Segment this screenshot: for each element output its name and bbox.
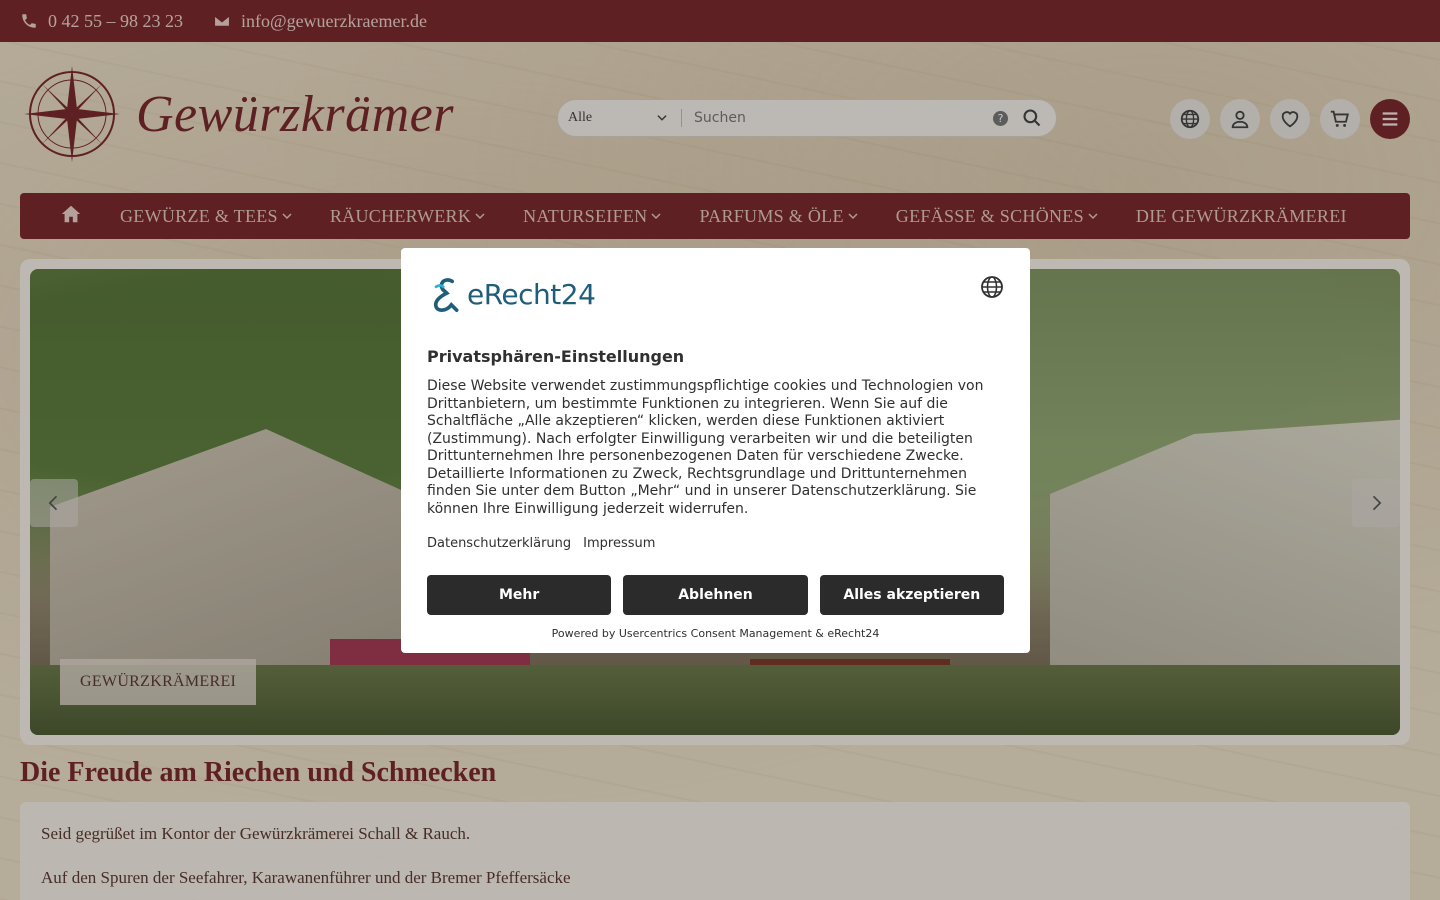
consent-body-text: Diese Website verwendet zustimmungspflic… (427, 378, 984, 517)
imprint-link[interactable]: Impressum (583, 536, 655, 551)
accept-all-button[interactable]: Alles akzeptieren (819, 575, 1004, 615)
consent-links: Datenschutzerklärung Impressum (427, 536, 1004, 551)
consent-dialog: eRecht24 Privatsphären-Einstellungen Die… (401, 248, 1030, 653)
erecht24-logo: eRecht24 (427, 274, 1004, 314)
consent-buttons: Mehr Ablehnen Alles akzeptieren (427, 575, 1004, 615)
erecht24-wordmark: eRecht24 (467, 277, 596, 311)
erecht24-ampersand-icon (433, 278, 459, 312)
powered-by-text: Powered by Usercentrics Consent Manageme… (551, 627, 880, 640)
privacy-policy-link[interactable]: Datenschutzerklärung (427, 536, 571, 551)
language-globe-icon[interactable] (980, 275, 1004, 299)
decline-button[interactable]: Ablehnen (623, 575, 808, 615)
more-button[interactable]: Mehr (427, 575, 612, 615)
consent-title: Privatsphären-Einstellungen (427, 347, 685, 366)
